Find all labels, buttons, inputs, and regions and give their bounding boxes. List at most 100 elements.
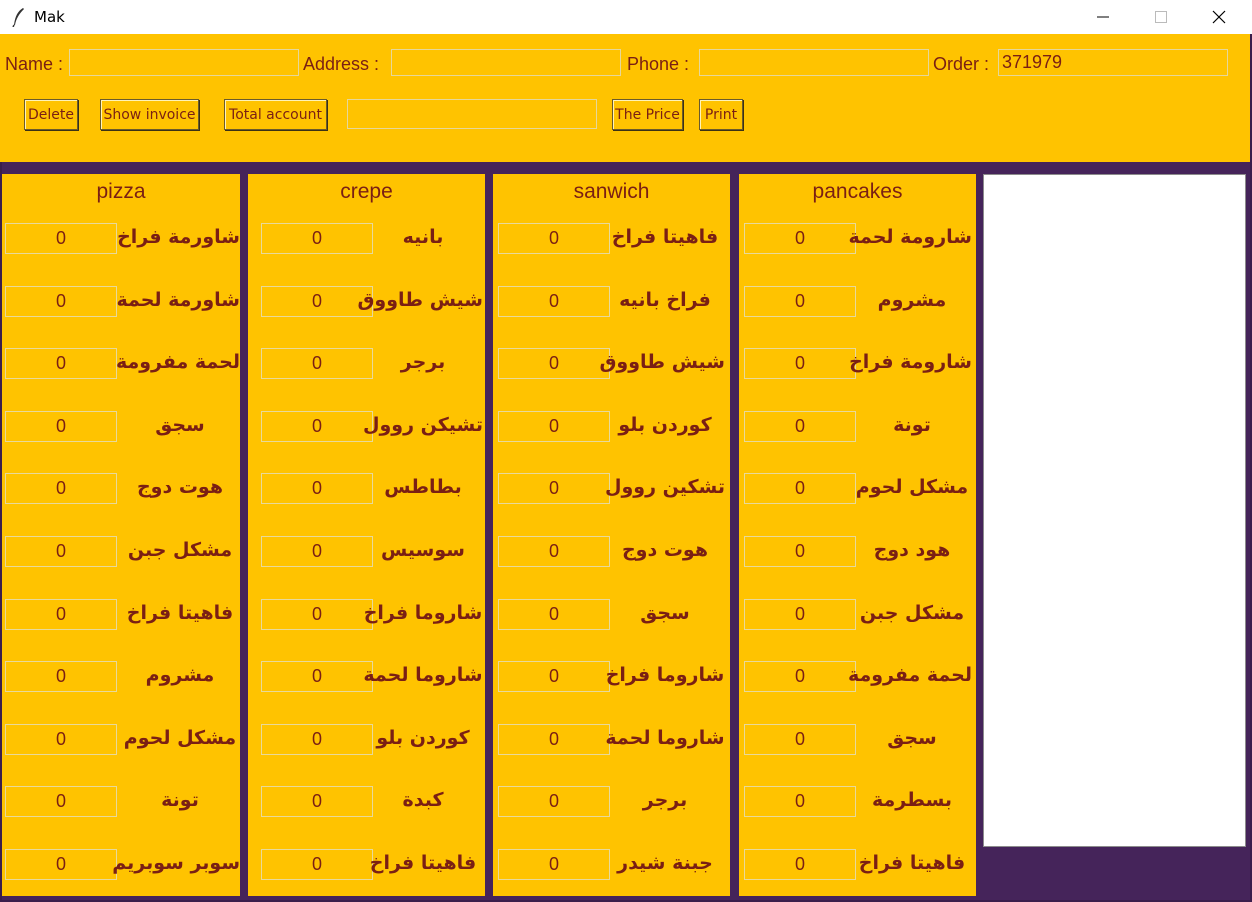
phone-field[interactable] — [699, 49, 929, 76]
close-button[interactable] — [1190, 0, 1248, 34]
quantity-field[interactable]: 0 — [498, 849, 610, 880]
quantity-field[interactable]: 0 — [744, 536, 856, 567]
quantity-field[interactable]: 0 — [261, 348, 373, 380]
menu-item-label: شاروما لحمة — [605, 726, 725, 749]
total-account-button[interactable]: Total account — [224, 99, 327, 130]
quantity-field[interactable]: 0 — [261, 285, 373, 317]
menu-item-label: شاروما فراخ — [363, 601, 483, 624]
quantity-field[interactable]: 0 — [744, 285, 856, 317]
quantity-field[interactable]: 0 — [744, 723, 856, 755]
quantity-field[interactable]: 0 — [744, 849, 856, 880]
menu-item-label: تشيكن روول — [362, 413, 483, 436]
pizza-column: pizza 0 شاورمة فراخ 0 شاورمة لحمة 0 لحمة مفرو… — [2, 174, 240, 896]
menu-item-label: مشروم — [145, 664, 215, 687]
menu-item-label: شيش طاووق — [357, 288, 483, 311]
menu-item-label: تونة — [893, 413, 931, 436]
menu-item-label: بسطرمة — [871, 789, 953, 812]
quantity-field[interactable]: 0 — [261, 536, 373, 567]
the-price-button[interactable]: The Price — [612, 99, 683, 130]
quantity-field[interactable]: 0 — [498, 598, 610, 630]
menu-item-label: شاورمة فراخ — [117, 226, 240, 248]
quantity-field[interactable]: 0 — [261, 786, 373, 818]
menu-item-label: شاورمة لحمة — [116, 288, 240, 311]
show-invoice-button[interactable]: Show invoice — [100, 99, 199, 130]
name-field[interactable] — [69, 49, 299, 76]
quantity-field[interactable]: 0 — [261, 598, 373, 630]
quantity-field[interactable]: 0 — [5, 348, 117, 380]
menu-item-label: سجق — [155, 413, 205, 436]
menu-item-label: شارومة لحمة — [848, 226, 972, 248]
menu-item-label: بانيه — [402, 226, 444, 248]
quantity-field[interactable]: 0 — [498, 786, 610, 818]
quantity-field[interactable]: 0 — [744, 473, 856, 505]
total-account-field[interactable] — [347, 99, 597, 129]
quantity-field[interactable]: 0 — [498, 348, 610, 380]
quantity-field[interactable]: 0 — [744, 410, 856, 442]
quantity-field[interactable]: 0 — [498, 410, 610, 442]
menu-item-label: سجق — [640, 601, 690, 624]
menu-item-label: كوردن بلو — [618, 413, 712, 436]
minimize-icon — [1097, 16, 1109, 18]
menu-item-label: مشكل جبن — [859, 601, 965, 624]
menu-item-label: هود دوج — [873, 539, 951, 561]
menu-item-label: لحمة مفرومة — [847, 664, 972, 687]
quantity-field[interactable]: 0 — [261, 661, 373, 693]
quantity-field[interactable]: 0 — [5, 536, 117, 567]
delete-button[interactable]: Delete — [24, 99, 78, 130]
quantity-field[interactable]: 0 — [5, 661, 117, 693]
quantity-field[interactable]: 0 — [5, 598, 117, 630]
quantity-field[interactable]: 0 — [744, 598, 856, 630]
menu-item-label: تونة — [161, 789, 199, 812]
quantity-field[interactable]: 0 — [261, 849, 373, 880]
menu-item-label: مشكل جبن — [127, 539, 233, 561]
menu-item-label: فاهيتا فراخ — [126, 601, 234, 624]
close-icon — [1212, 10, 1226, 24]
quantity-field[interactable]: 0 — [5, 285, 117, 317]
maximize-icon — [1155, 11, 1167, 23]
name-label: Name : — [5, 54, 64, 74]
order-number-field[interactable]: 371979 — [998, 49, 1228, 76]
column-title: crepe — [340, 180, 393, 203]
menu-item-label: جبنة شيدر — [617, 852, 713, 874]
phone-label: Phone : — [627, 54, 690, 74]
menu-item-label: برجر — [642, 789, 688, 812]
menu-item-label: كبدة — [402, 789, 444, 812]
column-title: pancakes — [812, 180, 903, 203]
print-button[interactable]: Print — [699, 99, 743, 130]
quantity-field[interactable]: 0 — [5, 410, 117, 442]
maximize-button[interactable] — [1132, 0, 1190, 34]
quantity-field[interactable]: 0 — [744, 786, 856, 818]
crepe-column: crepe 0 بانيه 0 شيش طاووق 0 برجر 0 تشيكن روول 0 ب… — [248, 174, 485, 896]
quantity-field[interactable]: 0 — [498, 223, 610, 254]
quantity-field[interactable]: 0 — [261, 473, 373, 505]
quantity-field[interactable]: 0 — [744, 223, 856, 254]
menu-item-label: برجر — [400, 351, 446, 374]
quantity-field[interactable]: 0 — [744, 348, 856, 380]
menu-item-label: مشكل لحوم — [855, 476, 969, 499]
quantity-field[interactable]: 0 — [498, 473, 610, 505]
quantity-field[interactable]: 0 — [261, 723, 373, 755]
quantity-field[interactable]: 0 — [498, 536, 610, 567]
quantity-field[interactable]: 0 — [261, 223, 373, 254]
quantity-field[interactable]: 0 — [498, 285, 610, 317]
quantity-field[interactable]: 0 — [744, 661, 856, 693]
minimize-button[interactable] — [1074, 0, 1132, 34]
menu-item-label: فراخ بانيه — [619, 288, 711, 311]
menu-item-label: فاهيتا فراخ — [369, 852, 477, 874]
order-label: Order : — [933, 54, 990, 74]
quantity-field[interactable]: 0 — [5, 786, 117, 818]
quantity-field[interactable]: 0 — [5, 723, 117, 755]
menu-item-label: شاروما فراخ — [605, 664, 725, 687]
quantity-field[interactable]: 0 — [5, 849, 117, 880]
menu-item-label: سوسيس — [381, 539, 465, 561]
quantity-field[interactable]: 0 — [261, 410, 373, 442]
menu-item-label: كوردن بلو — [376, 726, 470, 749]
invoice-text-area[interactable] — [983, 174, 1246, 847]
quantity-field[interactable]: 0 — [5, 223, 117, 254]
menu-item-label: سوبر سوبريم — [112, 852, 240, 874]
quantity-field[interactable]: 0 — [498, 661, 610, 693]
pancakes-column: pancakes 0 شارومة لحمة 0 مشروم 0 شارومة فراخ 0… — [739, 174, 976, 896]
quantity-field[interactable]: 0 — [5, 473, 117, 505]
quantity-field[interactable]: 0 — [498, 723, 610, 755]
address-field[interactable] — [391, 49, 621, 76]
